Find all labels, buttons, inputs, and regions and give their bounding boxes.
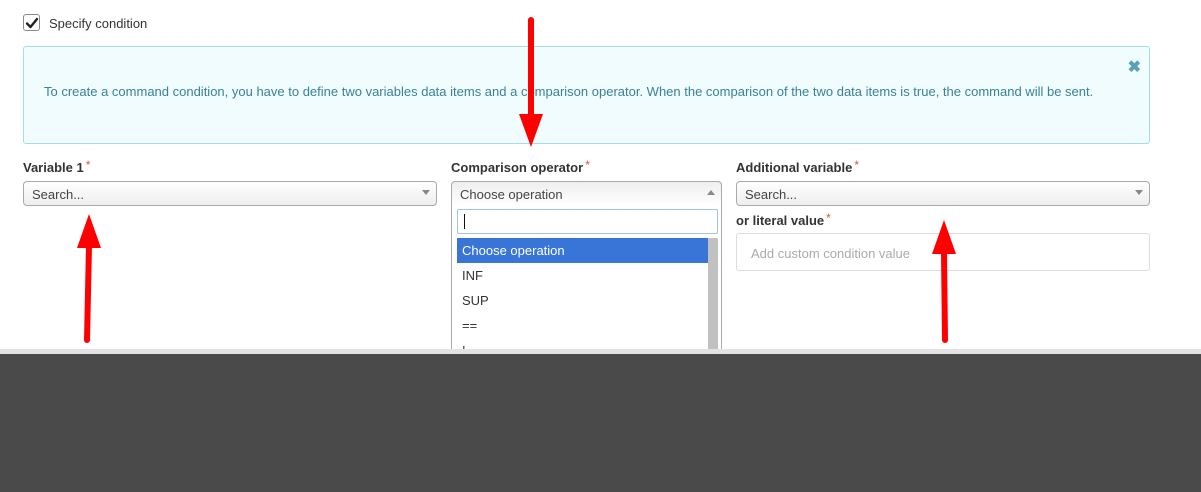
literal-value-input[interactable] <box>751 244 1131 262</box>
operator-search-input[interactable] <box>457 209 718 234</box>
chevron-up-icon <box>707 190 715 195</box>
literal-value-field[interactable] <box>736 233 1150 271</box>
page-footer <box>0 354 1201 492</box>
chevron-down-icon <box>422 190 430 195</box>
literal-value-label: or literal value * <box>736 211 831 228</box>
additional-variable-label: Additional variable * <box>736 158 859 175</box>
operator-option[interactable]: == <box>457 313 709 338</box>
chevron-down-icon <box>1135 190 1143 195</box>
additional-variable-select-value: Search... <box>745 187 798 202</box>
specify-condition-checkbox[interactable] <box>23 14 40 31</box>
alert-message: To create a command condition, you have … <box>44 84 1094 99</box>
arrow-up-variable1 <box>77 214 101 343</box>
operator-option[interactable]: SUP <box>457 288 709 313</box>
operator-label: Comparison operator * <box>451 158 590 175</box>
variable1-select-value: Search... <box>32 187 85 202</box>
checkmark-icon <box>25 17 39 29</box>
operator-select-value: Choose operation <box>460 187 563 202</box>
close-icon[interactable]: ✖ <box>1128 57 1141 77</box>
literal-value-label-text: or literal value <box>736 213 825 228</box>
required-mark: * <box>85 158 91 172</box>
required-mark: * <box>585 158 590 172</box>
operator-label-text: Comparison operator <box>451 160 584 175</box>
info-alert: To create a command condition, you have … <box>23 46 1150 144</box>
operator-select[interactable]: Choose operation <box>451 181 722 206</box>
variable1-select[interactable]: Search... <box>23 181 437 206</box>
additional-variable-select[interactable]: Search... <box>736 181 1150 206</box>
variable1-label: Variable 1 * <box>23 158 91 175</box>
operator-option[interactable]: Choose operation <box>457 238 709 263</box>
required-mark: * <box>826 211 831 225</box>
operator-option[interactable]: INF <box>457 263 709 288</box>
variable1-label-text: Variable 1 <box>23 160 84 175</box>
required-mark: * <box>854 158 859 172</box>
text-cursor <box>464 214 465 229</box>
additional-variable-label-text: Additional variable <box>736 160 853 175</box>
specify-condition-label: Specify condition <box>49 16 148 31</box>
